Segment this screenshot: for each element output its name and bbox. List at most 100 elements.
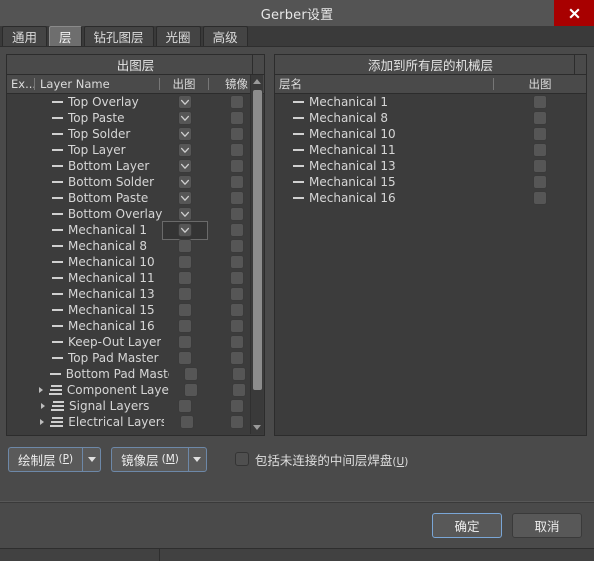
mirror-checkbox[interactable]	[230, 415, 245, 429]
chevron-right-icon[interactable]	[38, 387, 43, 393]
table-row[interactable]: Electrical Layers	[7, 414, 264, 430]
plot-checkbox[interactable]	[533, 191, 547, 205]
mirror-checkbox[interactable]	[229, 223, 244, 237]
table-row[interactable]: Mechanical 10	[7, 254, 264, 270]
mirror-checkbox[interactable]	[231, 367, 246, 381]
column-header-plot[interactable]: 出图	[494, 75, 586, 93]
tab-aperture[interactable]: 光圈	[155, 26, 201, 46]
mirror-checkbox[interactable]	[229, 175, 244, 189]
plot-checkbox[interactable]	[178, 287, 192, 301]
plot-checkbox[interactable]	[178, 319, 192, 333]
table-row[interactable]: Mechanical 11	[275, 142, 586, 158]
table-row[interactable]: Mechanical 16	[7, 318, 264, 334]
column-header-name[interactable]: Layer Name	[35, 75, 159, 93]
table-row[interactable]: Top Pad Master	[7, 350, 264, 366]
plot-checkbox[interactable]	[178, 191, 192, 205]
plot-checkbox[interactable]	[178, 255, 192, 269]
table-row[interactable]: Bottom Solder	[7, 174, 264, 190]
table-row[interactable]: Mechanical 8	[7, 238, 264, 254]
table-row[interactable]: Mechanical 8	[275, 110, 586, 126]
mirror-checkbox[interactable]	[229, 111, 244, 125]
plot-checkbox[interactable]	[178, 399, 192, 413]
mirror-checkbox[interactable]	[229, 335, 244, 349]
tab-general[interactable]: 通用	[2, 26, 48, 46]
plot-checkbox[interactable]	[533, 159, 547, 173]
table-row[interactable]: Mechanical 13	[7, 286, 264, 302]
plot-checkbox[interactable]	[184, 383, 199, 397]
plot-checkbox[interactable]	[178, 239, 192, 253]
column-header-plot[interactable]: 出图	[160, 75, 208, 93]
mirror-checkbox[interactable]	[229, 95, 244, 109]
plot-checkbox[interactable]	[178, 303, 192, 317]
scrollbar-track[interactable]	[251, 88, 264, 421]
mirror-checkbox[interactable]	[231, 383, 246, 397]
table-row[interactable]: Bottom Overlay	[7, 206, 264, 222]
scroll-up-button[interactable]	[251, 75, 264, 88]
mirror-checkbox[interactable]	[229, 255, 244, 269]
table-row[interactable]: Mechanical 13	[275, 158, 586, 174]
plot-checkbox[interactable]	[178, 143, 192, 157]
plot-checkbox[interactable]	[533, 111, 547, 125]
tab-layers[interactable]: 层	[49, 26, 82, 46]
table-row[interactable]: Signal Layers	[7, 398, 264, 414]
table-row[interactable]: Mechanical 15	[275, 174, 586, 190]
mirror-checkbox[interactable]	[229, 127, 244, 141]
table-row[interactable]: Keep-Out Layer	[7, 334, 264, 350]
plot-checkbox[interactable]	[180, 415, 195, 429]
table-row[interactable]: Top Layer	[7, 142, 264, 158]
plot-checkbox[interactable]	[178, 223, 192, 237]
include-unconnected-pads-checkbox[interactable]: 包括未连接的中间层焊盘(U)	[234, 450, 408, 469]
plot-layers-dropdown[interactable]: 绘制层 (P)	[8, 446, 102, 472]
close-button[interactable]	[554, 0, 594, 26]
table-row[interactable]: Bottom Layer	[7, 158, 264, 174]
chevron-right-icon[interactable]	[41, 403, 45, 409]
scroll-down-button[interactable]	[251, 421, 264, 434]
table-row[interactable]: Mechanical 10	[275, 126, 586, 142]
plot-checkbox[interactable]	[533, 175, 547, 189]
plot-layers-dropdown-main[interactable]: 绘制层 (P)	[8, 446, 83, 472]
ok-button[interactable]: 确定	[432, 513, 502, 538]
mirror-checkbox[interactable]	[229, 271, 244, 285]
checkbox-box[interactable]	[234, 452, 249, 466]
mirror-checkbox[interactable]	[229, 351, 244, 365]
table-row[interactable]: Mechanical 1	[7, 220, 264, 240]
table-row[interactable]: Top Overlay	[7, 94, 264, 110]
mirror-checkbox[interactable]	[229, 159, 244, 173]
table-row[interactable]: Top Paste	[7, 110, 264, 126]
table-row[interactable]: Mechanical 11	[7, 270, 264, 286]
tab-drill[interactable]: 钻孔图层	[83, 26, 154, 46]
plot-checkbox[interactable]	[178, 207, 193, 221]
mirror-checkbox[interactable]	[229, 239, 244, 253]
plot-checkbox[interactable]	[533, 143, 547, 157]
mirror-checkbox[interactable]	[229, 399, 244, 413]
plot-checkbox[interactable]	[178, 335, 193, 349]
table-row[interactable]: Mechanical 15	[7, 302, 264, 318]
table-row[interactable]: Top Solder	[7, 126, 264, 142]
plot-checkbox[interactable]	[533, 95, 547, 109]
mirror-layers-dropdown-main[interactable]: 镜像层 (M)	[111, 446, 188, 472]
plot-checkbox[interactable]	[178, 95, 192, 109]
table-row[interactable]: Mechanical 1	[275, 94, 586, 110]
table-row[interactable]: Mechanical 16	[275, 190, 586, 206]
mirror-checkbox[interactable]	[229, 207, 244, 221]
column-header-ex[interactable]: Ex...	[7, 75, 36, 93]
cancel-button[interactable]: 取消	[512, 513, 582, 538]
mirror-checkbox[interactable]	[229, 143, 244, 157]
plot-layers-scrollbar[interactable]	[250, 75, 263, 434]
plot-checkbox[interactable]	[184, 367, 199, 381]
column-header-layer-name[interactable]: 层名	[275, 75, 493, 93]
plot-checkbox[interactable]	[178, 127, 192, 141]
mirror-checkbox[interactable]	[229, 303, 244, 317]
plot-checkbox[interactable]	[178, 351, 192, 365]
table-row[interactable]: Component Layers	[7, 382, 264, 398]
mirror-layers-dropdown[interactable]: 镜像层 (M)	[111, 446, 207, 472]
scrollbar-thumb[interactable]	[252, 90, 262, 390]
mirror-checkbox[interactable]	[229, 191, 244, 205]
mirror-checkbox[interactable]	[229, 319, 244, 333]
mirror-layers-dropdown-arrow[interactable]	[187, 446, 207, 472]
mirror-checkbox[interactable]	[229, 287, 244, 301]
plot-checkbox[interactable]	[533, 127, 547, 141]
table-row[interactable]: Bottom Paste	[7, 190, 264, 206]
plot-layers-dropdown-arrow[interactable]	[82, 446, 102, 472]
plot-checkbox[interactable]	[178, 175, 192, 189]
